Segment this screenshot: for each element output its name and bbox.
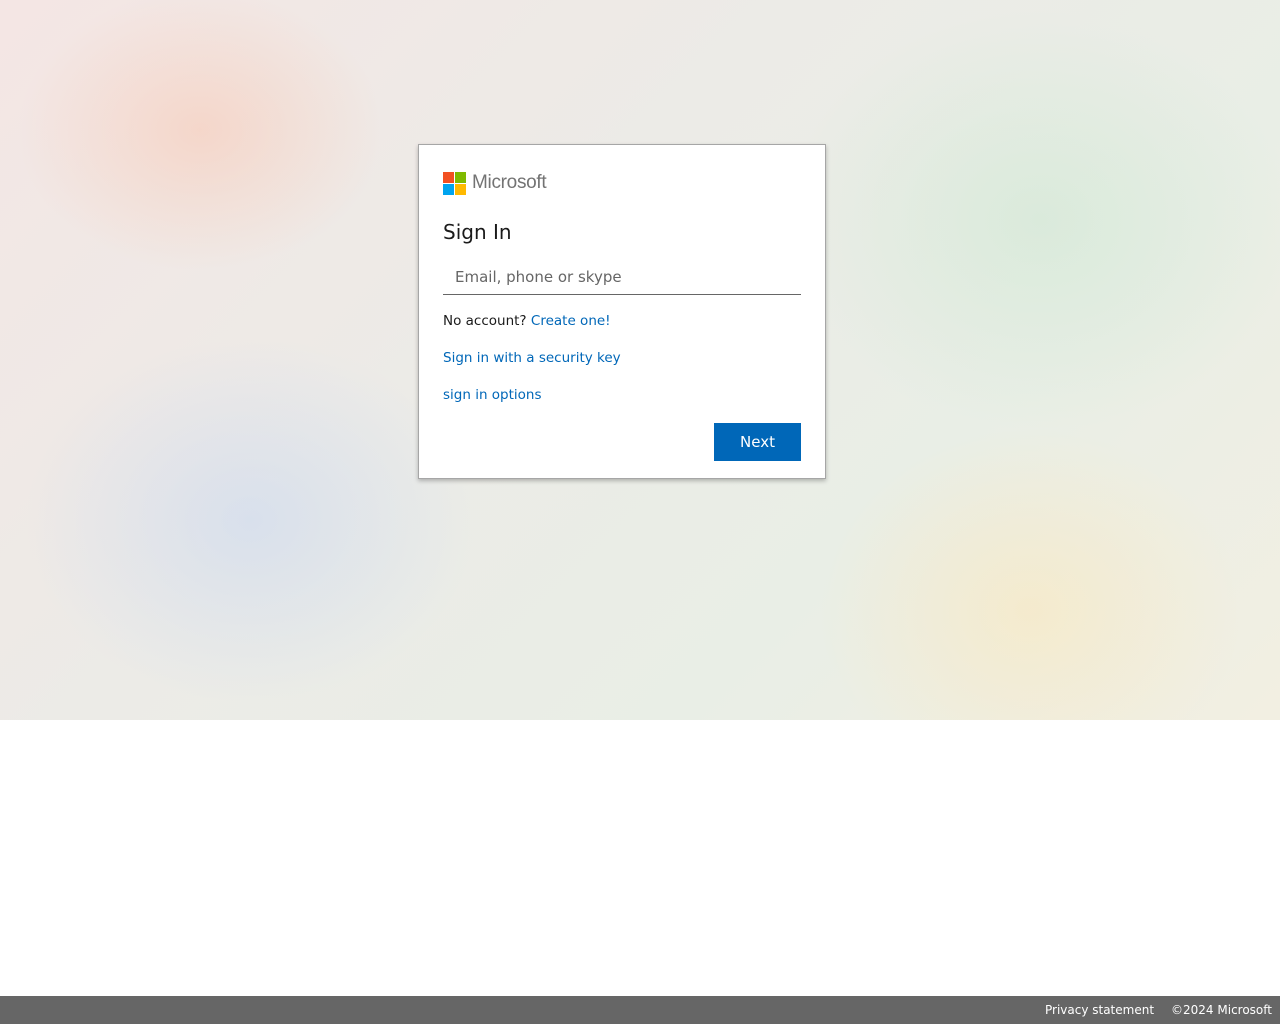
email-field[interactable] <box>443 259 801 294</box>
copyright-text: ©2024 Microsoft <box>1171 1003 1272 1017</box>
create-account-link[interactable]: Create one! <box>531 313 611 329</box>
footer: Privacy statement ©2024 Microsoft <box>0 996 1280 1024</box>
no-account-label: No account? <box>443 313 527 329</box>
signin-card: Microsoft Sign In No account? Create one… <box>418 144 826 479</box>
privacy-link[interactable]: Privacy statement <box>1045 1003 1154 1017</box>
button-row: Next <box>443 423 801 461</box>
next-button[interactable]: Next <box>714 423 801 461</box>
email-field-wrapper <box>443 259 801 295</box>
microsoft-logo: Microsoft <box>443 171 801 195</box>
page-title: Sign In <box>443 220 512 244</box>
signin-options-row: sign in options <box>443 386 801 404</box>
signin-options-link[interactable]: sign in options <box>443 387 542 403</box>
logo-text: Microsoft <box>472 172 547 193</box>
security-key-link[interactable]: Sign in with a security key <box>443 350 621 366</box>
security-key-row: Sign in with a security key <box>443 349 801 367</box>
no-account-row: No account? Create one! <box>443 312 801 330</box>
microsoft-logo-icon <box>443 171 466 195</box>
